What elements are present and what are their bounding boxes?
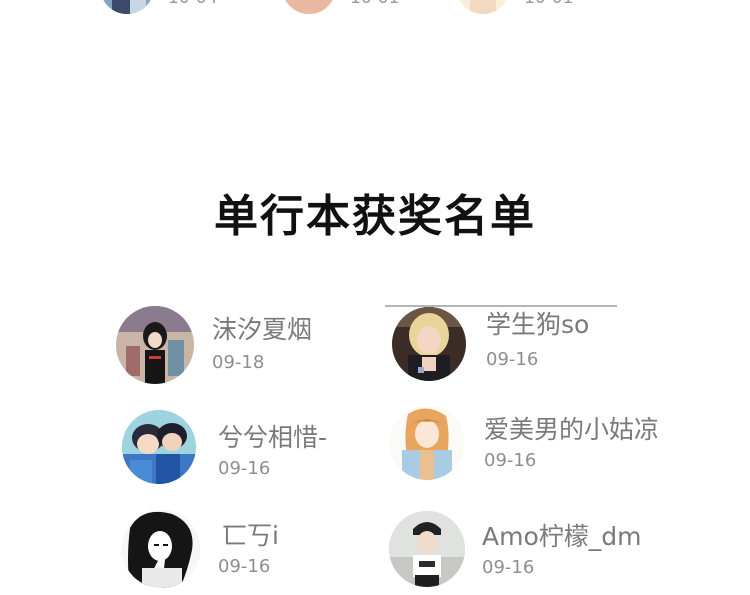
winner-name: 沫汐夏烟 <box>212 315 313 344</box>
winner-date: 09-18 <box>212 352 265 373</box>
winner-name: 学生狗so <box>486 310 590 339</box>
winner-date: 09-16 <box>484 450 537 471</box>
top-list-item: 10-01 <box>456 0 573 14</box>
winner-item[interactable]: Amo柠檬_dm 09-16 <box>389 511 689 595</box>
winner-name: Amo柠檬_dm <box>482 522 642 551</box>
winner-name: 匸丂i <box>222 521 279 550</box>
winner-date: 09-16 <box>218 556 271 577</box>
date: 10-01 <box>350 0 399 8</box>
winner-date: 09-16 <box>486 349 539 370</box>
winner-item[interactable]: 沫汐夏烟 09-18 <box>116 306 416 390</box>
winner-date: 09-16 <box>482 557 535 578</box>
avatar <box>116 306 194 384</box>
top-list-item: 10-01 <box>282 0 399 14</box>
winner-name: 爱美男的小姑凉 <box>484 415 660 444</box>
winner-date: 09-16 <box>218 458 271 479</box>
avatar <box>122 410 196 484</box>
avatar <box>122 510 200 588</box>
avatar <box>456 0 510 14</box>
date: 10-04 <box>168 0 217 8</box>
avatar <box>390 406 464 480</box>
avatar <box>282 0 336 14</box>
date: 10-01 <box>524 0 573 8</box>
winner-item[interactable]: 兮兮相惜- 09-16 <box>122 410 422 494</box>
winner-item[interactable]: 爱美男的小姑凉 09-16 <box>390 406 690 490</box>
section-title: 单行本获奖名单 <box>214 191 536 242</box>
avatar <box>392 307 466 381</box>
avatar <box>389 511 465 587</box>
top-list-item: 10-04 <box>100 0 217 14</box>
winner-item[interactable]: 匸丂i 09-16 <box>122 510 422 594</box>
avatar <box>100 0 154 14</box>
winner-item[interactable]: 学生狗so 09-16 <box>392 307 692 391</box>
winner-name: 兮兮相惜- <box>218 423 328 452</box>
